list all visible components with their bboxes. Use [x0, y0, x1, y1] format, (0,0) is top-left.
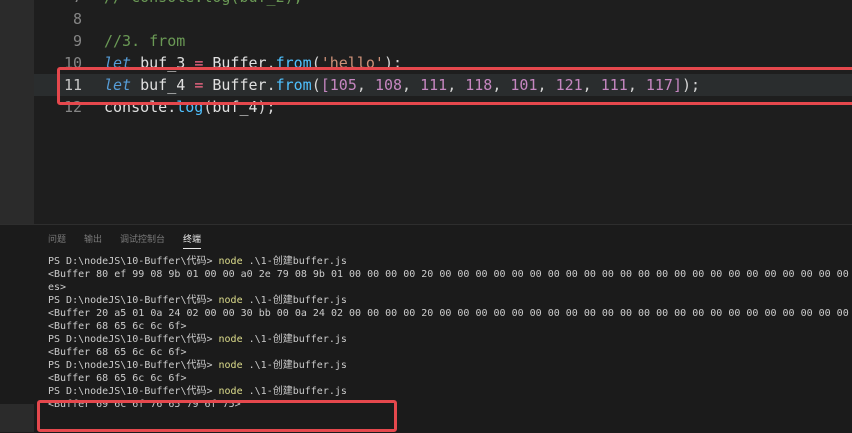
terminal-output-line: <Buffer 68 65 6c 6c 6f>: [48, 373, 187, 384]
terminal-prompt: PS D:\nodeJS\10-Buffer\代码>: [48, 386, 219, 397]
code-line[interactable]: 8: [34, 8, 852, 30]
line-number: 7: [34, 0, 82, 8]
terminal-cmd: node: [218, 295, 243, 306]
terminal-cmd: node: [218, 360, 243, 371]
status-bar-left: [0, 404, 34, 432]
line-number: 9: [72, 32, 82, 50]
terminal-cmd: node: [218, 386, 243, 397]
highlight-box-current-line: [57, 67, 852, 105]
terminal-output-line: <Buffer 80 ef 99 08 9b 01 00 00 a0 2e 79…: [48, 269, 849, 280]
terminal-prompt: PS D:\nodeJS\10-Buffer\代码>: [48, 334, 219, 345]
terminal-prompt: PS D:\nodeJS\10-Buffer\代码>: [48, 295, 219, 306]
terminal-prompt-line: PS D:\nodeJS\10-Buffer\代码> node .\1-创建bu…: [48, 294, 852, 307]
terminal-prompt: PS D:\nodeJS\10-Buffer\代码>: [48, 360, 219, 371]
code-token: //3. from: [104, 32, 186, 50]
terminal-arg: .\1-创建buffer.js: [242, 334, 347, 345]
tab-terminal[interactable]: 终端: [183, 233, 202, 249]
tab-output[interactable]: 输出: [84, 233, 102, 249]
tab-debug-console[interactable]: 调试控制台: [120, 233, 165, 249]
terminal-prompt: PS D:\nodeJS\10-Buffer\代码>: [48, 256, 219, 267]
terminal-prompt-line: PS D:\nodeJS\10-Buffer\代码> node .\1-创建bu…: [48, 385, 852, 398]
code-token: // console.log(buf_2);: [104, 0, 303, 6]
line-number: 8: [72, 10, 82, 28]
terminal-output-line: es>: [48, 282, 67, 293]
terminal-arg: .\1-创建buffer.js: [242, 295, 347, 306]
panel-tabs: 问题 输出 调试控制台 终端: [48, 233, 202, 249]
terminal-arg: .\1-创建buffer.js: [242, 386, 347, 397]
terminal-prompt-line: PS D:\nodeJS\10-Buffer\代码> node .\1-创建bu…: [48, 333, 852, 346]
terminal-prompt-line: PS D:\nodeJS\10-Buffer\代码> node .\1-创建bu…: [48, 359, 852, 372]
terminal-output-line: <Buffer 68 65 6c 6c 6f>: [48, 321, 187, 332]
terminal-arg: .\1-创建buffer.js: [242, 360, 347, 371]
highlight-box-last-output: [37, 400, 397, 432]
code-text: //3. from: [104, 30, 185, 52]
code-line[interactable]: 9 //3. from: [34, 30, 852, 52]
terminal-output-line: <Buffer 68 65 6c 6c 6f>: [48, 347, 187, 358]
terminal-prompt-line: PS D:\nodeJS\10-Buffer\代码> node .\1-创建bu…: [48, 255, 852, 268]
terminal-arg: .\1-创建buffer.js: [242, 256, 347, 267]
terminal-output-line: <Buffer 20 a5 01 0a 24 02 00 00 30 bb 00…: [48, 308, 849, 319]
terminal-cmd: node: [218, 334, 243, 345]
code-editor[interactable]: 7// console.log(buf_2);89//3. from10let …: [34, 0, 852, 224]
terminal-cmd: node: [218, 256, 243, 267]
code-text: // console.log(buf_2);: [104, 0, 303, 8]
tab-problems[interactable]: 问题: [48, 233, 66, 249]
code-line[interactable]: 7 // console.log(buf_2);: [34, 0, 852, 8]
